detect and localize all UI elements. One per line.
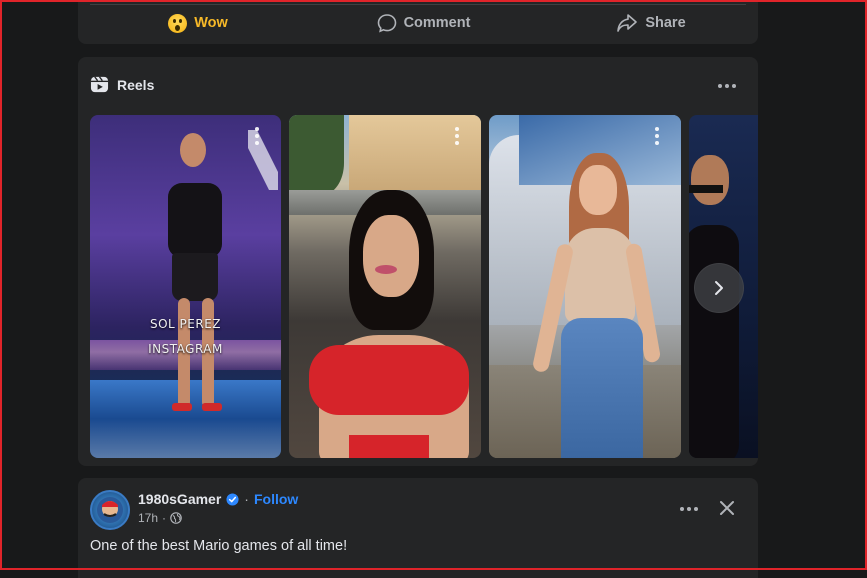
reel-2-person [309, 190, 469, 458]
reels-icon [90, 76, 109, 93]
reels-next-button[interactable] [694, 263, 744, 313]
separator-dot: · [244, 491, 249, 507]
reel-1-overlay-line-2: INSTAGRAM [148, 342, 223, 356]
close-icon[interactable] [716, 497, 738, 519]
reel-2-more-icon[interactable] [455, 127, 459, 145]
post-card: 1980sGamer · Follow 17h · One of the bes… [78, 478, 758, 578]
reels-header: Reels [90, 75, 154, 94]
divider [90, 4, 746, 5]
meta-dot: · [162, 511, 167, 525]
reels-title: Reels [117, 76, 155, 93]
reel-card-2[interactable] [289, 115, 481, 458]
reel-3-more-icon[interactable] [655, 127, 659, 145]
reel-1-more-icon[interactable] [255, 127, 259, 145]
avatar[interactable] [90, 490, 130, 530]
chevron-right-icon [715, 281, 723, 295]
reel-1-letter-graphic [248, 130, 278, 190]
wow-label: Wow [194, 15, 228, 31]
post-action-bar: Wow Comment Share [78, 0, 758, 44]
post-text: One of the best Mario games of all time! [90, 538, 348, 554]
share-button[interactable]: Share [586, 8, 716, 38]
comment-label: Comment [403, 15, 471, 31]
follow-button[interactable]: Follow [254, 491, 298, 507]
post-timestamp[interactable]: 17h [138, 511, 158, 525]
post-meta: 17h · [138, 511, 182, 525]
post-author-name[interactable]: 1980sGamer [138, 491, 221, 507]
post-author-line: 1980sGamer · Follow [138, 491, 298, 507]
wow-reaction-button[interactable]: Wow [138, 8, 258, 38]
avatar-image [97, 497, 123, 523]
globe-icon [170, 512, 182, 524]
share-label: Share [645, 15, 686, 31]
reel-2-trees [289, 115, 344, 195]
reel-card-3[interactable] [489, 115, 681, 458]
comment-icon [377, 14, 396, 33]
reel-1-overlay-line-1: SOL PEREZ [149, 317, 222, 331]
share-icon [617, 14, 638, 32]
wow-emoji-icon [168, 13, 188, 33]
reel-card-1[interactable]: SOL PEREZ INSTAGRAM [90, 115, 281, 458]
reels-more-options-button[interactable] [716, 75, 738, 97]
comment-button[interactable]: Comment [356, 8, 491, 38]
reels-section: Reels SOL PEREZ INSTAGRAM [78, 57, 758, 466]
post-more-options-button[interactable] [678, 498, 700, 520]
verified-badge-icon [226, 492, 239, 506]
reel-1-person [158, 133, 238, 433]
reel-2-building [349, 115, 481, 190]
reel-3-person [531, 153, 662, 458]
